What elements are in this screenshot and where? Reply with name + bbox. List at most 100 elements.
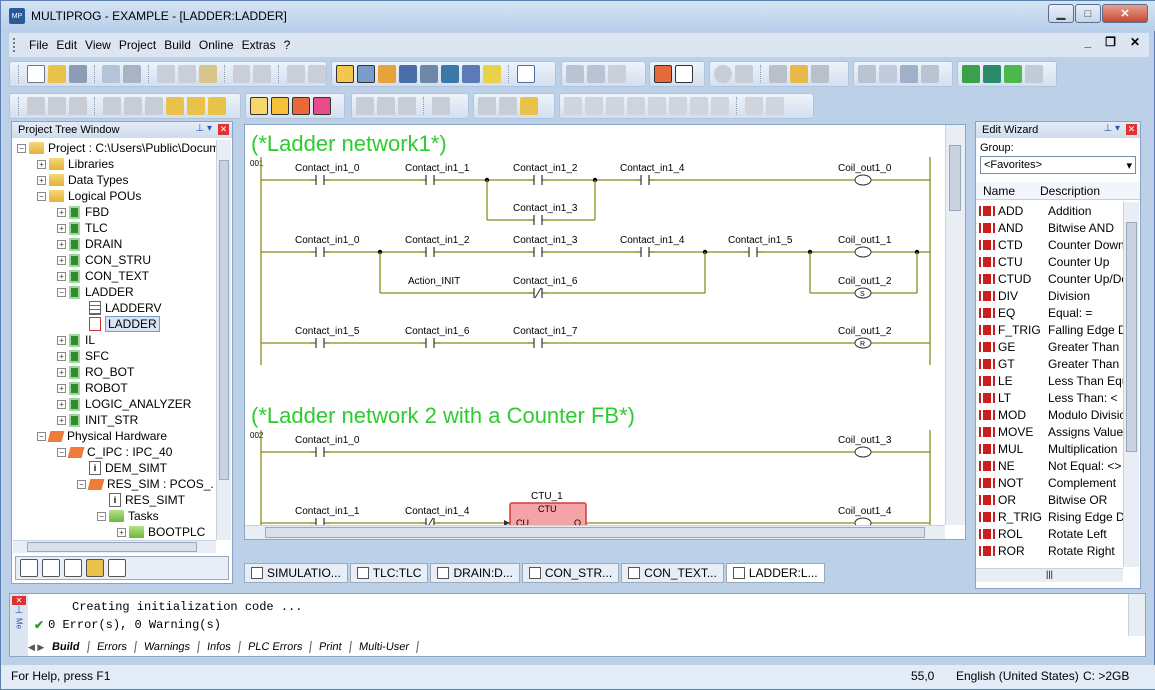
coil[interactable]: S [854, 287, 872, 299]
insert-fb-parallel-icon[interactable] [520, 97, 538, 115]
wizard-item[interactable]: MUL Multiplication [976, 440, 1140, 457]
expand-icon[interactable]: + [57, 223, 66, 233]
output-tab[interactable]: Warnings [134, 641, 200, 653]
coil-label[interactable]: Coil_out1_4 [838, 506, 892, 517]
contact-label[interactable]: Contact_in1_4 [405, 506, 470, 517]
tree-item[interactable]: − C_IPC : IPC_40 [13, 444, 228, 460]
paste-icon[interactable] [198, 65, 217, 83]
close-pane-icon[interactable]: ✕ [218, 124, 229, 135]
contact[interactable] [425, 338, 435, 348]
wizard-horizontal-scrollbar[interactable]: ||| [976, 568, 1123, 582]
oscilloscope-icon[interactable] [811, 65, 829, 83]
contact[interactable] [640, 175, 650, 185]
output-tab[interactable]: Infos [198, 641, 241, 653]
tree-item[interactable]: + CON_TEXT [13, 268, 228, 284]
tree-item[interactable]: − Logical POUs [13, 188, 228, 204]
fb-instance-label[interactable]: CTU_1 [531, 491, 563, 502]
collapse-icon[interactable]: − [37, 431, 46, 441]
line-tool-icon[interactable] [69, 97, 87, 115]
contact[interactable] [533, 215, 543, 225]
offline-icon[interactable] [1025, 65, 1043, 83]
contact-label[interactable]: Contact_in1_6 [513, 276, 578, 287]
contact[interactable] [640, 247, 650, 257]
mdi-restore-button[interactable]: ❐ [1105, 35, 1116, 49]
expand-icon[interactable]: + [57, 367, 66, 377]
wizard-scroll-thumb[interactable] [1126, 222, 1137, 452]
insert-contact-right-icon[interactable] [377, 97, 395, 115]
contact-label[interactable]: Contact_in1_3 [513, 235, 578, 246]
tree-item[interactable]: + Libraries [13, 156, 228, 172]
document-icon[interactable] [517, 65, 535, 83]
contact[interactable] [425, 175, 435, 185]
network-below-icon[interactable] [292, 97, 310, 115]
expand-icon[interactable]: + [57, 271, 66, 281]
variable-icon[interactable] [166, 97, 184, 115]
contact-nc-icon[interactable] [585, 97, 603, 115]
expand-icon[interactable]: + [57, 207, 66, 217]
pin-icon[interactable]: ⊥ [10, 605, 28, 616]
expand-icon[interactable]: + [37, 175, 46, 185]
zoom-tool-icon[interactable] [27, 97, 45, 115]
network1-comment[interactable]: (*Ladder network1*) [251, 131, 447, 157]
contact-label[interactable]: Contact_in1_2 [405, 235, 470, 246]
return-icon[interactable] [145, 97, 163, 115]
make-icon[interactable] [879, 65, 897, 83]
pin-icon[interactable]: ⊥ ▾ [1103, 123, 1120, 134]
connect-icon[interactable] [103, 97, 121, 115]
tree-item[interactable]: + TLC [13, 220, 228, 236]
expand-icon[interactable]: + [57, 415, 66, 425]
contact[interactable] [533, 175, 543, 185]
wizard-item[interactable]: OR Bitwise OR [976, 491, 1140, 508]
cross-reference-icon[interactable] [399, 65, 417, 83]
previous-icon[interactable] [566, 65, 584, 83]
expand-icon[interactable]: + [37, 159, 46, 169]
function-icon[interactable] [187, 97, 205, 115]
tree-item[interactable]: − LADDER [13, 284, 228, 300]
mdi-close-button[interactable]: ✕ [1130, 35, 1140, 49]
description-column-header[interactable]: Description [1040, 184, 1100, 198]
expand-icon[interactable]: + [57, 383, 66, 393]
menu-help[interactable]: ? [280, 38, 295, 52]
contact-label[interactable]: Contact_in1_0 [295, 435, 360, 446]
tree-item[interactable]: + DRAIN [13, 236, 228, 252]
maximize-button[interactable]: □ [1075, 4, 1101, 23]
library-tab-icon[interactable] [42, 559, 60, 577]
editor-vertical-scrollbar[interactable] [945, 125, 965, 525]
resource-control-icon[interactable] [983, 65, 1001, 83]
jump-icon[interactable] [124, 97, 142, 115]
menu-view[interactable]: View [81, 38, 115, 52]
editor-tab[interactable]: SIMULATIO... [244, 563, 348, 583]
stop-icon[interactable] [735, 65, 753, 83]
insert-fb-left-icon[interactable] [478, 97, 496, 115]
editor-tab[interactable]: CON_STR... [521, 563, 620, 583]
project-tab-icon[interactable] [20, 559, 38, 577]
tree-item[interactable]: − Tasks [13, 508, 228, 524]
contact-no-icon[interactable] [564, 97, 582, 115]
patch-pou-icon[interactable] [900, 65, 918, 83]
zoom-in-icon[interactable] [287, 65, 306, 83]
open-folder-icon[interactable] [47, 65, 66, 83]
insert-contact-left-icon[interactable] [356, 97, 374, 115]
editor-hscroll-thumb[interactable] [265, 527, 925, 538]
zoom-out-icon[interactable] [308, 65, 326, 83]
coil-reset-icon[interactable] [711, 97, 729, 115]
tree-item[interactable]: − RES_SIM : PCOS_. [13, 476, 228, 492]
collapse-icon[interactable]: − [37, 191, 46, 201]
editor-tab[interactable]: CON_TEXT... [621, 563, 724, 583]
contact[interactable] [315, 247, 325, 257]
library-icon[interactable] [441, 65, 459, 83]
collapse-icon[interactable]: − [57, 447, 66, 457]
next-icon[interactable] [587, 65, 605, 83]
contact-label[interactable]: Contact_in1_0 [295, 163, 360, 174]
coil-icon[interactable] [648, 97, 666, 115]
wizard-item[interactable]: LT Less Than: < [976, 389, 1140, 406]
wizard-item[interactable]: AND Bitwise AND [976, 219, 1140, 236]
close-pane-icon[interactable]: ✕ [12, 596, 26, 605]
tab-scroll-icon[interactable]: ◀ ▶ [28, 642, 44, 653]
logic-analyzer-icon[interactable] [769, 65, 787, 83]
wizard-item[interactable]: F_TRIG Falling Edge De [976, 321, 1140, 338]
tree-item[interactable]: + CON_STRU [13, 252, 228, 268]
record-icon[interactable] [714, 65, 732, 83]
tree-item[interactable]: + FBD [13, 204, 228, 220]
insert-coil-icon[interactable] [432, 97, 450, 115]
